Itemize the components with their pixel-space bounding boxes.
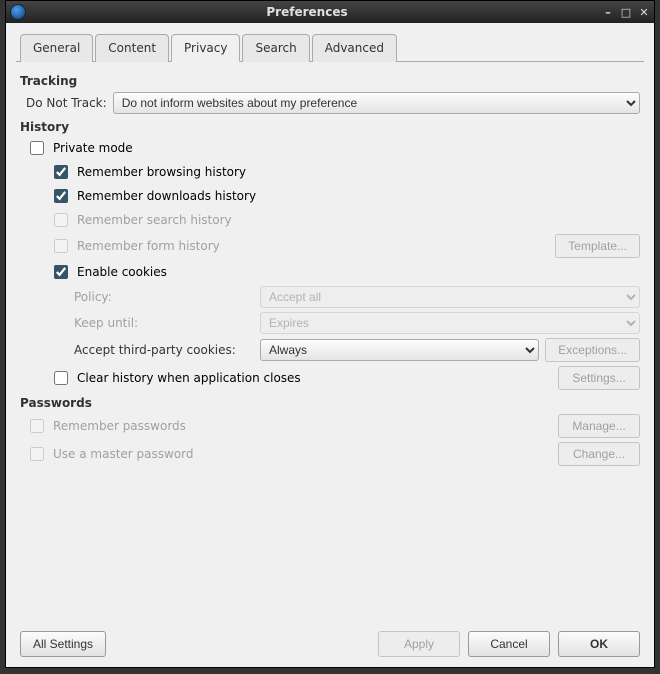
settings-button: Settings... bbox=[558, 366, 640, 390]
preferences-window: Preferences – □ ✕ General Content Privac… bbox=[5, 0, 655, 668]
tab-privacy[interactable]: Privacy bbox=[171, 34, 240, 62]
close-button[interactable]: ✕ bbox=[638, 6, 650, 19]
master-password-checkbox bbox=[30, 447, 44, 461]
tracking-heading: Tracking bbox=[20, 74, 640, 88]
content-area: General Content Privacy Search Advanced … bbox=[6, 23, 654, 667]
private-mode-checkbox[interactable] bbox=[30, 141, 44, 155]
remember-search-checkbox bbox=[54, 213, 68, 227]
keep-until-label: Keep until: bbox=[74, 316, 254, 330]
cancel-button[interactable]: Cancel bbox=[468, 631, 550, 657]
privacy-panel: Tracking Do Not Track: Do not inform web… bbox=[16, 62, 644, 625]
remember-downloads-checkbox[interactable] bbox=[54, 189, 68, 203]
tab-general[interactable]: General bbox=[20, 34, 93, 62]
history-heading: History bbox=[20, 120, 640, 134]
remember-form-checkbox bbox=[54, 239, 68, 253]
tab-content[interactable]: Content bbox=[95, 34, 169, 62]
remember-form-label: Remember form history bbox=[77, 239, 220, 253]
clear-on-close-label: Clear history when application closes bbox=[77, 371, 301, 385]
manage-passwords-button: Manage... bbox=[558, 414, 640, 438]
tab-advanced[interactable]: Advanced bbox=[312, 34, 397, 62]
ok-button[interactable]: OK bbox=[558, 631, 640, 657]
remember-downloads-label: Remember downloads history bbox=[77, 189, 256, 203]
change-password-button: Change... bbox=[558, 442, 640, 466]
do-not-track-select[interactable]: Do not inform websites about my preferen… bbox=[113, 92, 640, 114]
bottom-bar: All Settings Apply Cancel OK bbox=[16, 625, 644, 657]
third-party-cookies-label: Accept third-party cookies: bbox=[74, 343, 254, 357]
passwords-heading: Passwords bbox=[20, 396, 640, 410]
do-not-track-label: Do Not Track: bbox=[26, 96, 107, 110]
tab-strip: General Content Privacy Search Advanced bbox=[16, 33, 644, 62]
master-password-label: Use a master password bbox=[53, 447, 194, 461]
private-mode-label: Private mode bbox=[53, 141, 133, 155]
titlebar: Preferences – □ ✕ bbox=[6, 1, 654, 23]
clear-on-close-checkbox[interactable] bbox=[54, 371, 68, 385]
remember-passwords-checkbox bbox=[30, 419, 44, 433]
apply-button: Apply bbox=[378, 631, 460, 657]
all-settings-button[interactable]: All Settings bbox=[20, 631, 106, 657]
remember-passwords-label: Remember passwords bbox=[53, 419, 186, 433]
maximize-button[interactable]: □ bbox=[620, 6, 632, 19]
template-button: Template... bbox=[555, 234, 640, 258]
tab-search[interactable]: Search bbox=[242, 34, 309, 62]
remember-browsing-checkbox[interactable] bbox=[54, 165, 68, 179]
minimize-button[interactable]: – bbox=[602, 6, 614, 19]
policy-select: Accept all bbox=[260, 286, 640, 308]
exceptions-button: Exceptions... bbox=[545, 338, 640, 362]
enable-cookies-checkbox[interactable] bbox=[54, 265, 68, 279]
policy-label: Policy: bbox=[74, 290, 254, 304]
third-party-cookies-select[interactable]: Always bbox=[260, 339, 539, 361]
remember-browsing-label: Remember browsing history bbox=[77, 165, 246, 179]
window-title: Preferences bbox=[12, 5, 602, 19]
keep-until-select: Expires bbox=[260, 312, 640, 334]
remember-search-label: Remember search history bbox=[77, 213, 232, 227]
enable-cookies-label: Enable cookies bbox=[77, 265, 167, 279]
